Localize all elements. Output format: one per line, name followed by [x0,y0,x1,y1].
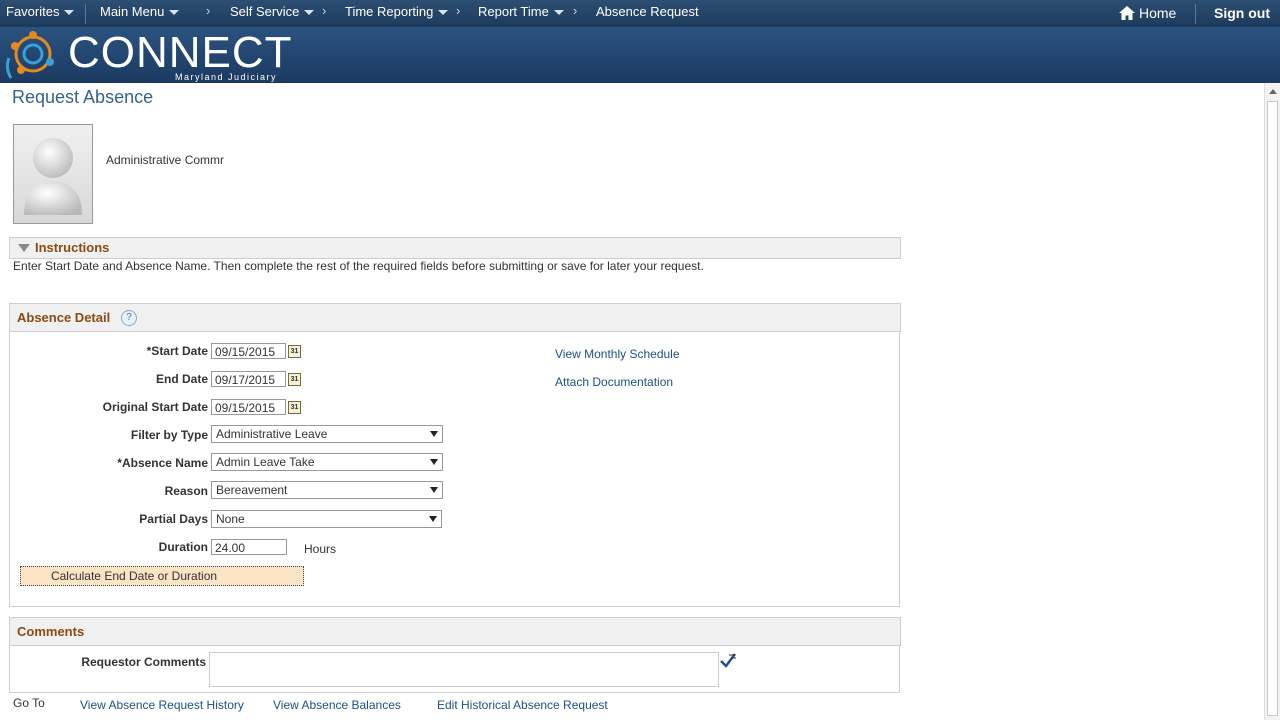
duration-input[interactable]: 24.00 [211,539,287,555]
header-banner: CONNECT Maryland Judiciary [0,27,1280,83]
view-monthly-schedule-link[interactable]: View Monthly Schedule [555,347,680,361]
reason-select[interactable]: Bereavement [211,481,443,499]
start-date-label: *Start Date [146,344,208,358]
chevron-down-icon [438,10,449,16]
dropdown-arrow-icon [430,459,438,465]
filter-by-type-label: Filter by Type [130,428,208,442]
chevron-down-icon [304,10,315,16]
absence-detail-title: Absence Detail [17,310,111,325]
breadcrumb-label: Time Reporting [345,4,434,19]
original-start-date-label: Original Start Date [102,400,208,414]
dropdown-arrow-icon [429,516,437,522]
attach-documentation-link[interactable]: Attach Documentation [555,375,673,389]
collapse-triangle-icon[interactable] [18,244,30,252]
calendar-icon[interactable]: 31 [288,401,301,414]
reason-label: Reason [164,484,208,498]
logo-text: CONNECT [68,28,293,77]
absence-name-value: Admin Leave Take [216,455,315,469]
duration-unit: Hours [304,542,337,556]
partial-days-value: None [216,512,245,526]
end-date-input[interactable]: 09/17/2015 [211,371,286,387]
logo-subtitle: Maryland Judiciary [175,72,278,82]
reason-value: Bereavement [216,483,288,497]
absence-name-select[interactable]: Admin Leave Take [211,453,443,471]
main-menu[interactable]: Main Menu [100,0,180,27]
dropdown-arrow-icon [430,431,438,437]
breadcrumb-label: Report Time [478,4,549,19]
breadcrumb-separator-icon: › [206,3,211,18]
breadcrumb-report-time[interactable]: Report Time [478,0,564,27]
dropdown-arrow-icon [430,487,438,493]
calendar-icon[interactable]: 31 [288,373,301,386]
instructions-header[interactable]: Instructions [9,237,901,259]
scrollbar-thumb[interactable] [1267,101,1278,716]
home-label: Home [1139,5,1177,21]
favorites-label: Favorites [6,4,60,19]
calendar-icon[interactable]: 31 [288,345,301,358]
chevron-down-icon [553,10,564,16]
sign-out-link[interactable]: Sign out [1214,2,1270,29]
avatar-icon [24,138,82,215]
nav-divider [85,4,86,24]
partial-days-label: Partial Days [139,512,208,526]
breadcrumb-separator-icon: › [573,3,578,18]
employee-name: Administrative Commr [106,153,225,167]
breadcrumb-label: Self Service [230,4,300,19]
instructions-text: Enter Start Date and Absence Name. Then … [13,259,704,273]
partial-days-select[interactable]: None [211,510,442,528]
calculate-end-date-button[interactable]: Calculate End Date or Duration [20,566,304,586]
edit-historical-absence-request-link[interactable]: Edit Historical Absence Request [437,698,608,712]
breadcrumb-current: Absence Request [596,4,699,19]
vertical-scrollbar[interactable] [1264,83,1280,720]
top-navigation-bar: Favorites Main Menu › Self Service › Tim… [0,0,1280,27]
home-link[interactable]: Home [1119,2,1176,29]
chevron-down-icon [169,10,180,16]
absence-name-label: *Absence Name [117,456,208,470]
page-title: Request Absence [12,87,154,107]
home-icon [1119,6,1135,20]
original-start-date-input[interactable]: 09/15/2015 [211,399,286,415]
breadcrumb-separator-icon: › [322,3,327,18]
requestor-comments-textarea[interactable] [209,652,719,687]
breadcrumb-time-reporting[interactable]: Time Reporting [345,0,449,27]
filter-by-type-value: Administrative Leave [216,427,328,441]
scroll-up-arrow-icon[interactable] [1266,85,1280,99]
connect-logo-icon [5,31,54,79]
nav-divider [1195,4,1196,24]
breadcrumb-self-service[interactable]: Self Service [230,0,315,27]
duration-label: Duration [158,540,208,554]
help-icon[interactable]: ? [121,310,137,326]
main-menu-label: Main Menu [100,4,165,19]
go-to-label: Go To [13,696,45,710]
chevron-down-icon [64,10,75,16]
filter-by-type-select[interactable]: Administrative Leave [211,425,443,443]
requestor-comments-label: Requestor Comments [81,655,206,669]
employee-photo [13,124,93,224]
comments-title: Comments [17,624,85,639]
favorites-menu[interactable]: Favorites [6,0,75,27]
absence-detail-header: Absence Detail ? [9,303,901,332]
start-date-input[interactable]: 09/15/2015 [211,343,286,359]
spell-check-icon[interactable] [719,652,737,668]
view-absence-request-history-link[interactable]: View Absence Request History [80,698,244,712]
view-absence-balances-link[interactable]: View Absence Balances [273,698,401,712]
comments-header: Comments [9,617,901,646]
end-date-label: End Date [155,372,208,386]
instructions-title: Instructions [35,240,110,255]
breadcrumb-separator-icon: › [456,3,461,18]
